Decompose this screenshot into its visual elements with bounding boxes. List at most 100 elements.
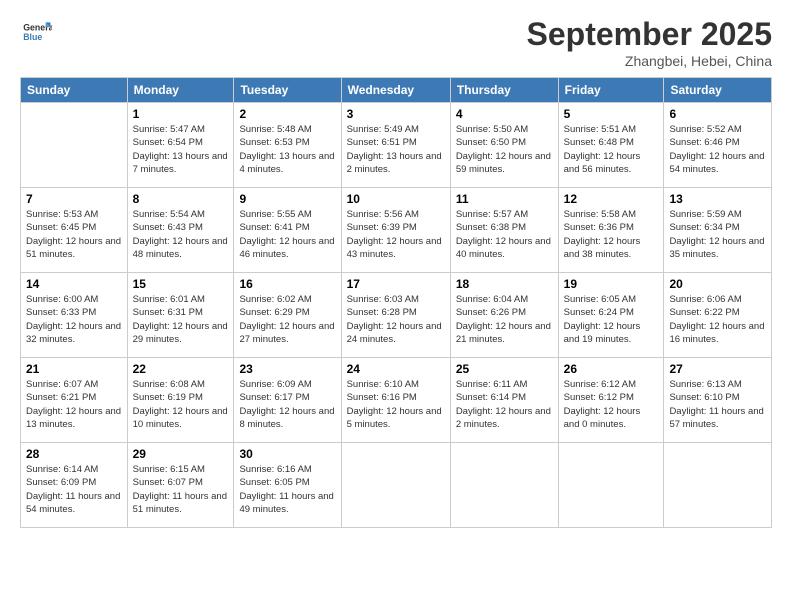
logo-icon: General Blue <box>20 16 52 48</box>
sunrise-text: Sunrise: 5:56 AM <box>347 209 419 220</box>
day-info: Sunrise: 6:13 AM Sunset: 6:10 PM Dayligh… <box>669 378 766 431</box>
sunrise-text: Sunrise: 5:55 AM <box>239 209 311 220</box>
day-info: Sunrise: 6:10 AM Sunset: 6:16 PM Dayligh… <box>347 378 445 431</box>
sunrise-text: Sunrise: 6:13 AM <box>669 379 741 390</box>
day-info: Sunrise: 6:02 AM Sunset: 6:29 PM Dayligh… <box>239 293 335 346</box>
daylight-text: Daylight: 12 hours and 16 minutes. <box>669 321 764 345</box>
logo: General Blue <box>20 16 52 48</box>
table-row <box>341 443 450 528</box>
table-row <box>21 103 128 188</box>
daylight-text: Daylight: 12 hours and 40 minutes. <box>456 236 551 260</box>
day-info: Sunrise: 6:03 AM Sunset: 6:28 PM Dayligh… <box>347 293 445 346</box>
daylight-text: Daylight: 12 hours and 27 minutes. <box>239 321 334 345</box>
day-info: Sunrise: 6:07 AM Sunset: 6:21 PM Dayligh… <box>26 378 122 431</box>
table-row: 2 Sunrise: 5:48 AM Sunset: 6:53 PM Dayli… <box>234 103 341 188</box>
month-title: September 2025 <box>527 16 772 53</box>
calendar: Sunday Monday Tuesday Wednesday Thursday… <box>20 77 772 528</box>
day-number: 26 <box>564 362 659 376</box>
day-info: Sunrise: 6:11 AM Sunset: 6:14 PM Dayligh… <box>456 378 553 431</box>
day-number: 8 <box>133 192 229 206</box>
sunrise-text: Sunrise: 5:53 AM <box>26 209 98 220</box>
sunrise-text: Sunrise: 5:54 AM <box>133 209 205 220</box>
day-info: Sunrise: 6:16 AM Sunset: 6:05 PM Dayligh… <box>239 463 335 516</box>
sunrise-text: Sunrise: 5:50 AM <box>456 124 528 135</box>
col-sunday: Sunday <box>21 78 128 103</box>
daylight-text: Daylight: 12 hours and 5 minutes. <box>347 406 442 430</box>
daylight-text: Daylight: 12 hours and 54 minutes. <box>669 151 764 175</box>
table-row: 13 Sunrise: 5:59 AM Sunset: 6:34 PM Dayl… <box>664 188 772 273</box>
daylight-text: Daylight: 11 hours and 54 minutes. <box>26 491 120 515</box>
sunrise-text: Sunrise: 5:58 AM <box>564 209 636 220</box>
table-row: 16 Sunrise: 6:02 AM Sunset: 6:29 PM Dayl… <box>234 273 341 358</box>
day-number: 16 <box>239 277 335 291</box>
daylight-text: Daylight: 12 hours and 19 minutes. <box>564 321 641 345</box>
sunrise-text: Sunrise: 6:05 AM <box>564 294 636 305</box>
daylight-text: Daylight: 11 hours and 49 minutes. <box>239 491 333 515</box>
table-row <box>450 443 558 528</box>
daylight-text: Daylight: 12 hours and 29 minutes. <box>133 321 228 345</box>
table-row: 17 Sunrise: 6:03 AM Sunset: 6:28 PM Dayl… <box>341 273 450 358</box>
day-info: Sunrise: 5:53 AM Sunset: 6:45 PM Dayligh… <box>26 208 122 261</box>
sunrise-text: Sunrise: 6:10 AM <box>347 379 419 390</box>
sunrise-text: Sunrise: 6:01 AM <box>133 294 205 305</box>
sunset-text: Sunset: 6:33 PM <box>26 307 96 318</box>
table-row: 24 Sunrise: 6:10 AM Sunset: 6:16 PM Dayl… <box>341 358 450 443</box>
day-info: Sunrise: 6:14 AM Sunset: 6:09 PM Dayligh… <box>26 463 122 516</box>
sunset-text: Sunset: 6:17 PM <box>239 392 309 403</box>
table-row <box>558 443 664 528</box>
daylight-text: Daylight: 12 hours and 21 minutes. <box>456 321 551 345</box>
day-number: 11 <box>456 192 553 206</box>
day-number: 4 <box>456 107 553 121</box>
day-info: Sunrise: 5:48 AM Sunset: 6:53 PM Dayligh… <box>239 123 335 176</box>
day-number: 1 <box>133 107 229 121</box>
table-row: 20 Sunrise: 6:06 AM Sunset: 6:22 PM Dayl… <box>664 273 772 358</box>
sunset-text: Sunset: 6:51 PM <box>347 137 417 148</box>
location: Zhangbei, Hebei, China <box>527 53 772 69</box>
day-info: Sunrise: 5:57 AM Sunset: 6:38 PM Dayligh… <box>456 208 553 261</box>
sunrise-text: Sunrise: 6:16 AM <box>239 464 311 475</box>
sunset-text: Sunset: 6:36 PM <box>564 222 634 233</box>
table-row: 23 Sunrise: 6:09 AM Sunset: 6:17 PM Dayl… <box>234 358 341 443</box>
day-number: 24 <box>347 362 445 376</box>
col-tuesday: Tuesday <box>234 78 341 103</box>
daylight-text: Daylight: 11 hours and 57 minutes. <box>669 406 763 430</box>
sunset-text: Sunset: 6:38 PM <box>456 222 526 233</box>
day-number: 17 <box>347 277 445 291</box>
daylight-text: Daylight: 13 hours and 4 minutes. <box>239 151 334 175</box>
day-info: Sunrise: 6:09 AM Sunset: 6:17 PM Dayligh… <box>239 378 335 431</box>
daylight-text: Daylight: 12 hours and 59 minutes. <box>456 151 551 175</box>
sunrise-text: Sunrise: 5:59 AM <box>669 209 741 220</box>
sunrise-text: Sunrise: 5:51 AM <box>564 124 636 135</box>
sunset-text: Sunset: 6:53 PM <box>239 137 309 148</box>
title-block: September 2025 Zhangbei, Hebei, China <box>527 16 772 69</box>
col-monday: Monday <box>127 78 234 103</box>
sunset-text: Sunset: 6:16 PM <box>347 392 417 403</box>
sunset-text: Sunset: 6:10 PM <box>669 392 739 403</box>
day-number: 10 <box>347 192 445 206</box>
sunrise-text: Sunrise: 6:09 AM <box>239 379 311 390</box>
sunrise-text: Sunrise: 5:57 AM <box>456 209 528 220</box>
daylight-text: Daylight: 12 hours and 10 minutes. <box>133 406 228 430</box>
day-number: 28 <box>26 447 122 461</box>
daylight-text: Daylight: 12 hours and 48 minutes. <box>133 236 228 260</box>
sunrise-text: Sunrise: 6:06 AM <box>669 294 741 305</box>
col-friday: Friday <box>558 78 664 103</box>
day-number: 12 <box>564 192 659 206</box>
table-row: 9 Sunrise: 5:55 AM Sunset: 6:41 PM Dayli… <box>234 188 341 273</box>
day-info: Sunrise: 5:59 AM Sunset: 6:34 PM Dayligh… <box>669 208 766 261</box>
daylight-text: Daylight: 12 hours and 51 minutes. <box>26 236 121 260</box>
sunrise-text: Sunrise: 5:48 AM <box>239 124 311 135</box>
day-number: 22 <box>133 362 229 376</box>
table-row: 27 Sunrise: 6:13 AM Sunset: 6:10 PM Dayl… <box>664 358 772 443</box>
table-row: 3 Sunrise: 5:49 AM Sunset: 6:51 PM Dayli… <box>341 103 450 188</box>
day-number: 19 <box>564 277 659 291</box>
sunset-text: Sunset: 6:45 PM <box>26 222 96 233</box>
sunset-text: Sunset: 6:54 PM <box>133 137 203 148</box>
day-number: 27 <box>669 362 766 376</box>
day-number: 29 <box>133 447 229 461</box>
daylight-text: Daylight: 13 hours and 7 minutes. <box>133 151 228 175</box>
sunset-text: Sunset: 6:19 PM <box>133 392 203 403</box>
sunset-text: Sunset: 6:14 PM <box>456 392 526 403</box>
sunset-text: Sunset: 6:50 PM <box>456 137 526 148</box>
sunset-text: Sunset: 6:41 PM <box>239 222 309 233</box>
